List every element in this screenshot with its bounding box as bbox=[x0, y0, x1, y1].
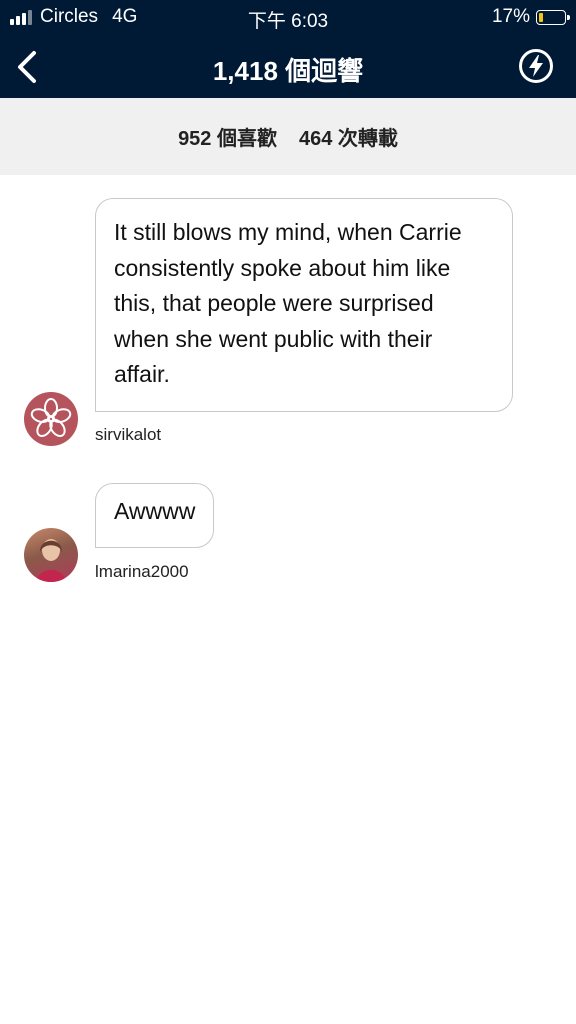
note-text: It still blows my mind, when Carrie cons… bbox=[114, 219, 462, 387]
avatar[interactable] bbox=[24, 528, 78, 582]
lightning-bolt-icon bbox=[519, 49, 553, 83]
stats-bar: 952 個喜歡 464 次轉載 bbox=[0, 98, 576, 175]
person-avatar-icon bbox=[36, 539, 66, 582]
note-username[interactable]: lmarina2000 bbox=[95, 562, 189, 582]
battery-fill bbox=[539, 12, 543, 22]
likes-count[interactable]: 952 個喜歡 bbox=[178, 122, 277, 151]
note-bubble: It still blows my mind, when Carrie cons… bbox=[95, 198, 513, 412]
note-text: Awwww bbox=[114, 498, 196, 524]
avatar[interactable] bbox=[24, 392, 78, 446]
page-title: 1,418 個迴響 bbox=[212, 56, 364, 86]
lightning-button[interactable] bbox=[518, 48, 554, 84]
battery-percent: 17% bbox=[491, 6, 530, 27]
status-bar: Circles 4G 下午 6:03 17% bbox=[0, 0, 576, 36]
flower-avatar-icon bbox=[30, 398, 72, 437]
status-time: 下午 6:03 bbox=[247, 11, 329, 32]
note-username[interactable]: sirvikalot bbox=[95, 425, 161, 445]
status-right: 17% bbox=[491, 6, 570, 28]
note-bubble: Awwww bbox=[95, 483, 215, 548]
nav-bar: 1,418 個迴響 bbox=[0, 36, 576, 98]
battery-icon bbox=[536, 9, 570, 25]
reblogs-count[interactable]: 464 次轉載 bbox=[299, 122, 398, 151]
